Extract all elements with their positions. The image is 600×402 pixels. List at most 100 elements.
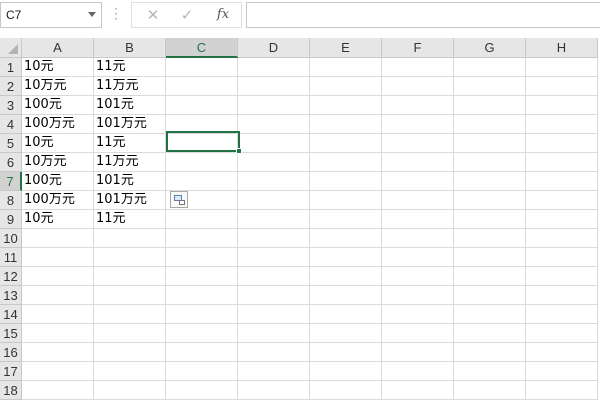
cell-e11[interactable] (310, 248, 382, 267)
cell-e8[interactable] (310, 191, 382, 210)
cell-e3[interactable] (310, 96, 382, 115)
cell-g14[interactable] (454, 305, 526, 324)
cell-b2[interactable]: 11万元 (94, 77, 166, 96)
cell-b1[interactable]: 11元 (94, 58, 166, 77)
cell-h15[interactable] (526, 324, 598, 343)
cell-f7[interactable] (382, 172, 454, 191)
cell-e6[interactable] (310, 153, 382, 172)
cell-f8[interactable] (382, 191, 454, 210)
cell-a1[interactable]: 10元 (22, 58, 94, 77)
cell-f9[interactable] (382, 210, 454, 229)
cell-g11[interactable] (454, 248, 526, 267)
cell-a4[interactable]: 100万元 (22, 115, 94, 134)
cell-a16[interactable] (22, 343, 94, 362)
cell-c12[interactable] (166, 267, 238, 286)
column-header-c[interactable]: C (166, 38, 238, 58)
cell-c17[interactable] (166, 362, 238, 381)
cell-g12[interactable] (454, 267, 526, 286)
cell-h2[interactable] (526, 77, 598, 96)
cell-b17[interactable] (94, 362, 166, 381)
cell-g1[interactable] (454, 58, 526, 77)
row-header-3[interactable]: 3 (0, 96, 22, 115)
enter-icon[interactable]: ✓ (172, 3, 202, 27)
cell-g4[interactable] (454, 115, 526, 134)
cell-a17[interactable] (22, 362, 94, 381)
cell-c16[interactable] (166, 343, 238, 362)
cell-b18[interactable] (94, 381, 166, 400)
row-header-6[interactable]: 6 (0, 153, 22, 172)
cell-a6[interactable]: 10万元 (22, 153, 94, 172)
cell-a15[interactable] (22, 324, 94, 343)
cell-d15[interactable] (238, 324, 310, 343)
cell-g2[interactable] (454, 77, 526, 96)
cell-b6[interactable]: 11万元 (94, 153, 166, 172)
cell-h11[interactable] (526, 248, 598, 267)
cell-h3[interactable] (526, 96, 598, 115)
cell-f13[interactable] (382, 286, 454, 305)
row-header-7[interactable]: 7 (0, 172, 22, 191)
cell-d4[interactable] (238, 115, 310, 134)
cell-e10[interactable] (310, 229, 382, 248)
cell-d18[interactable] (238, 381, 310, 400)
cell-c7[interactable] (166, 172, 238, 191)
cell-f1[interactable] (382, 58, 454, 77)
cell-f3[interactable] (382, 96, 454, 115)
column-header-f[interactable]: F (382, 38, 454, 58)
cell-b14[interactable] (94, 305, 166, 324)
cell-a11[interactable] (22, 248, 94, 267)
cell-a13[interactable] (22, 286, 94, 305)
cell-b11[interactable] (94, 248, 166, 267)
cell-c5[interactable] (166, 134, 238, 153)
cell-d13[interactable] (238, 286, 310, 305)
cell-c15[interactable] (166, 324, 238, 343)
cell-h8[interactable] (526, 191, 598, 210)
cell-b7[interactable]: 101元 (94, 172, 166, 191)
row-header-15[interactable]: 15 (0, 324, 22, 343)
cell-a18[interactable] (22, 381, 94, 400)
cell-b12[interactable] (94, 267, 166, 286)
cell-f11[interactable] (382, 248, 454, 267)
cell-g16[interactable] (454, 343, 526, 362)
cell-e16[interactable] (310, 343, 382, 362)
cell-g18[interactable] (454, 381, 526, 400)
cell-g5[interactable] (454, 134, 526, 153)
row-header-9[interactable]: 9 (0, 210, 22, 229)
cell-g3[interactable] (454, 96, 526, 115)
cell-e17[interactable] (310, 362, 382, 381)
column-header-g[interactable]: G (454, 38, 526, 58)
cell-d12[interactable] (238, 267, 310, 286)
cell-d6[interactable] (238, 153, 310, 172)
cell-c3[interactable] (166, 96, 238, 115)
cell-c1[interactable] (166, 58, 238, 77)
cell-a3[interactable]: 100元 (22, 96, 94, 115)
cell-d11[interactable] (238, 248, 310, 267)
cell-a10[interactable] (22, 229, 94, 248)
cell-d2[interactable] (238, 77, 310, 96)
column-header-h[interactable]: H (526, 38, 598, 58)
cell-b13[interactable] (94, 286, 166, 305)
cell-c9[interactable] (166, 210, 238, 229)
cell-b15[interactable] (94, 324, 166, 343)
row-header-5[interactable]: 5 (0, 134, 22, 153)
cell-g15[interactable] (454, 324, 526, 343)
cell-d5[interactable] (238, 134, 310, 153)
column-header-a[interactable]: A (22, 38, 94, 58)
row-header-14[interactable]: 14 (0, 305, 22, 324)
name-box[interactable]: C7 (0, 2, 102, 28)
cell-c11[interactable] (166, 248, 238, 267)
select-all-button[interactable] (0, 38, 22, 58)
cell-a8[interactable]: 100万元 (22, 191, 94, 210)
cell-e18[interactable] (310, 381, 382, 400)
paste-options-icon[interactable] (170, 191, 188, 208)
row-header-10[interactable]: 10 (0, 229, 22, 248)
column-header-d[interactable]: D (238, 38, 310, 58)
cell-c13[interactable] (166, 286, 238, 305)
row-header-4[interactable]: 4 (0, 115, 22, 134)
cell-h12[interactable] (526, 267, 598, 286)
cell-g13[interactable] (454, 286, 526, 305)
cell-g9[interactable] (454, 210, 526, 229)
cell-e1[interactable] (310, 58, 382, 77)
cell-a9[interactable]: 10元 (22, 210, 94, 229)
cell-f10[interactable] (382, 229, 454, 248)
cell-a12[interactable] (22, 267, 94, 286)
